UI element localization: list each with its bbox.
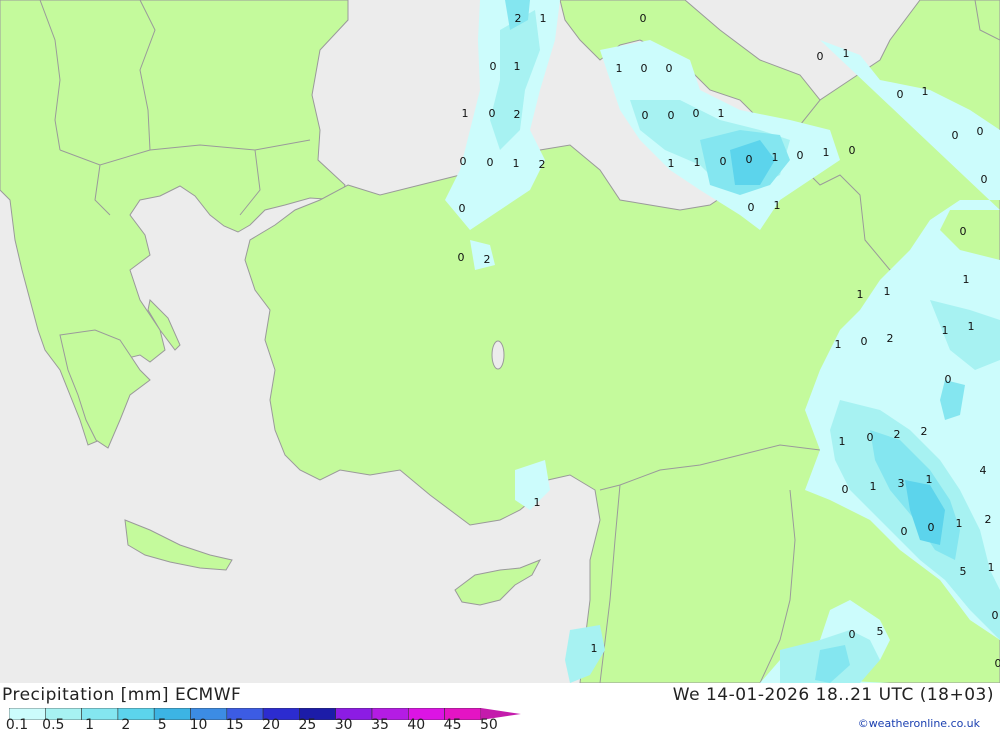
map-value: 0 (992, 609, 999, 622)
map-value: 1 (963, 273, 970, 286)
map-value: 1 (956, 517, 963, 530)
map-value: 2 (514, 108, 521, 121)
lake-tuz (491, 340, 505, 370)
map-value: 0 (977, 125, 984, 138)
legend-tick-label: 50 (479, 717, 498, 733)
map-value: 1 (591, 642, 598, 655)
map-value: 2 (985, 513, 992, 526)
map-value: 1 (823, 146, 830, 159)
map-value: 1 (870, 480, 877, 493)
map-value: 2 (921, 425, 928, 438)
map-value: 0 (640, 12, 647, 25)
map-value: 0 (642, 109, 649, 122)
map-value: 0 (458, 251, 465, 264)
map-value: 1 (462, 107, 469, 120)
map-value: 2 (539, 158, 546, 171)
map-value: 4 (980, 464, 987, 477)
map-value: 1 (774, 199, 781, 212)
legend-tick-label: 45 (443, 717, 462, 733)
map-value: 0 (960, 225, 967, 238)
forecast-datetime: We 14-01-2026 18..21 UTC (18+03) (672, 685, 994, 705)
legend-tick-label: 2 (121, 717, 131, 733)
map-value: 1 (839, 435, 846, 448)
legend-tick-label: 40 (407, 717, 426, 733)
legend-tick-label: 35 (371, 717, 389, 733)
map-value: 0 (459, 202, 466, 215)
legend-tick-label: 10 (189, 717, 208, 733)
map-value: 1 (668, 157, 675, 170)
map-value: 5 (877, 625, 884, 638)
credit-link[interactable]: ©weatheronline.co.uk (858, 717, 980, 730)
map-value: 1 (694, 156, 701, 169)
map-value: 0 (460, 155, 467, 168)
map-value: 2 (484, 253, 491, 266)
precipitation-map: 2 1 0 0 1 0 1 1 0 0 0 1 1 0 2 0 0 0 1 0 … (0, 0, 1000, 684)
legend-tick-label: 5 (157, 717, 167, 733)
map-value: 0 (668, 109, 675, 122)
map-value: 1 (922, 85, 929, 98)
map-value: 1 (884, 285, 891, 298)
map-value: 1 (835, 338, 842, 351)
map-value: 0 (849, 144, 856, 157)
map-value: 0 (842, 483, 849, 496)
map-value: 2 (887, 332, 894, 345)
map-value: 0 (897, 88, 904, 101)
map-value: 0 (928, 521, 935, 534)
map-value: 1 (718, 107, 725, 120)
map-value: 1 (616, 62, 623, 75)
map-value: 0 (746, 153, 753, 166)
map-value: 1 (772, 151, 779, 164)
map-value: 0 (487, 156, 494, 169)
map-value: 1 (514, 60, 521, 73)
map-value: 0 (952, 129, 959, 142)
map-value: 0 (720, 155, 727, 168)
legend-tick-label: 1 (85, 717, 95, 733)
map-value: 0 (817, 50, 824, 63)
map-value: 1 (513, 157, 520, 170)
legend-tick-label: 25 (298, 717, 317, 733)
map-value: 1 (534, 496, 541, 509)
legend-tick-label: 0.1 (5, 717, 29, 733)
map-value: 1 (857, 288, 864, 301)
map-value: 0 (693, 107, 700, 120)
legend-tick-label: 0.5 (42, 717, 65, 733)
map-value: 1 (968, 320, 975, 333)
legend-tick-label: 20 (262, 717, 281, 733)
map-value: 0 (849, 628, 856, 641)
map-value: 0 (489, 107, 496, 120)
map-value: 3 (898, 477, 905, 490)
map-value: 1 (988, 561, 995, 574)
map-value: 0 (797, 149, 804, 162)
map-value: 0 (666, 62, 673, 75)
map-title: Precipitation [mm] ECMWF (2, 685, 242, 705)
map-value: 0 (641, 62, 648, 75)
legend-tick-label: 15 (225, 717, 244, 733)
map-value: 2 (894, 428, 901, 441)
map-value: 0 (901, 525, 908, 538)
legend-tick-label: 30 (334, 717, 353, 733)
map-value: 0 (861, 335, 868, 348)
map-value: 0 (748, 201, 755, 214)
map-canvas: 2 1 0 0 1 0 1 1 0 0 0 1 1 0 2 0 0 0 1 0 … (0, 0, 1000, 684)
map-value: 2 (515, 12, 522, 25)
map-value: 1 (843, 47, 850, 60)
map-value: 0 (995, 657, 1000, 670)
map-value: 1 (540, 12, 547, 25)
map-value: 0 (981, 173, 988, 186)
map-value: 0 (867, 431, 874, 444)
map-value: 5 (960, 565, 967, 578)
map-value: 1 (942, 324, 949, 337)
map-value: 1 (926, 473, 933, 486)
footer: Precipitation [mm] ECMWF We 14-01-2026 1… (0, 683, 1000, 733)
map-value: 0 (490, 60, 497, 73)
map-value: 0 (945, 373, 952, 386)
